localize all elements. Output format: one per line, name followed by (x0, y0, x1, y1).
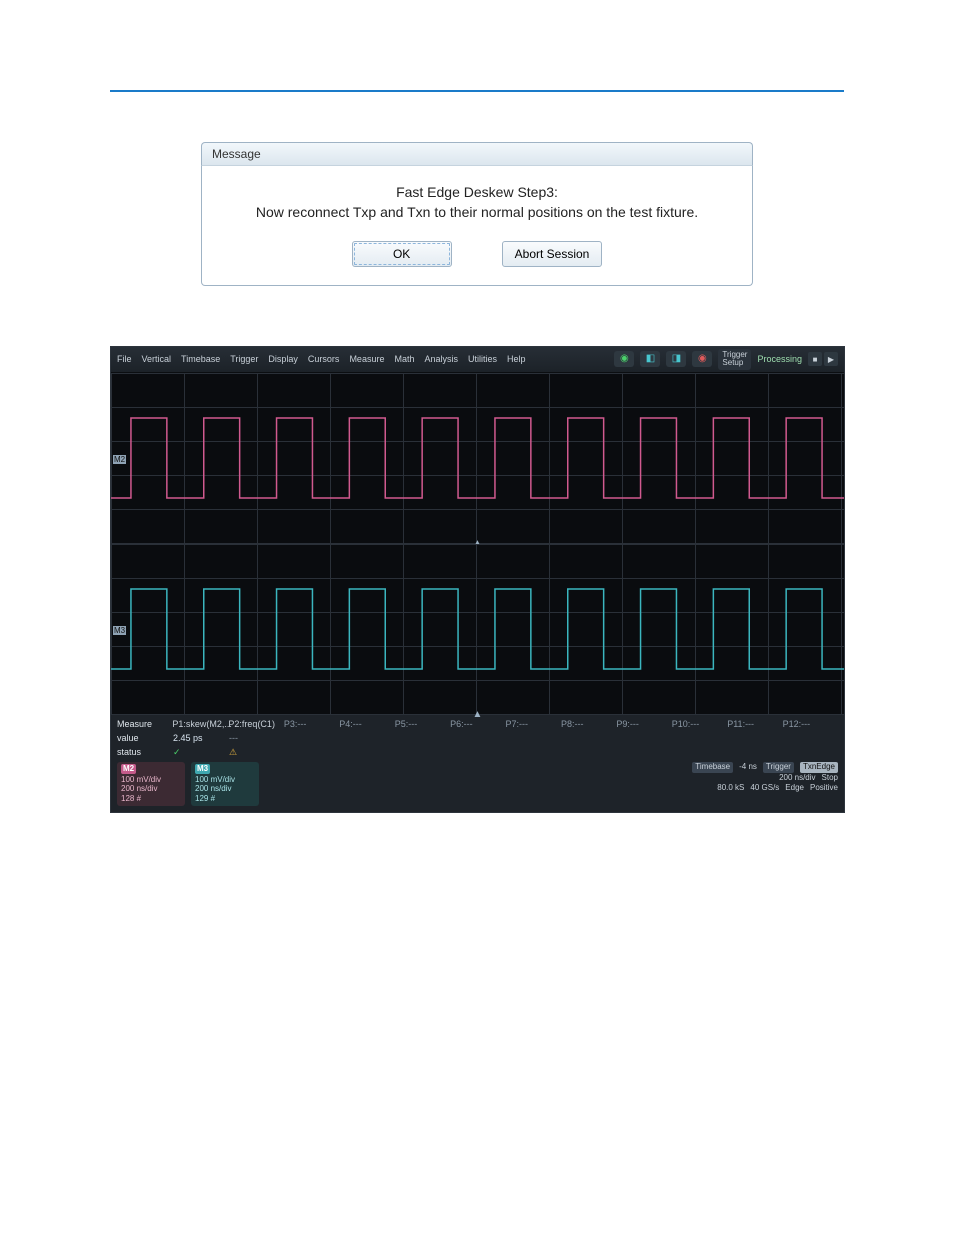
measure-row-header: Measure (117, 719, 172, 729)
oscilloscope-screenshot: File Vertical Timebase Trigger Display C… (110, 346, 845, 813)
toolbar-icon-1[interactable]: ◉ (614, 351, 634, 367)
trace-m2 (111, 418, 844, 498)
trigger-badge: TxnEdge (800, 762, 838, 772)
ok-button[interactable]: OK (352, 241, 452, 267)
run-state: Stop (822, 773, 838, 783)
toolbar-icon-3[interactable]: ◨ (666, 351, 686, 367)
toolbar-icon-4[interactable]: ◉ (692, 351, 712, 367)
trace-m2-svg (111, 373, 844, 543)
p11-name: P11:--- (727, 719, 782, 729)
run-button[interactable]: ▶ (824, 352, 838, 366)
message-dialog: Message Fast Edge Deskew Step3: Now reco… (201, 142, 753, 286)
menu-cursors[interactable]: Cursors (308, 354, 340, 364)
timebase-value: -4 ns (739, 762, 757, 772)
p2-status-icon: ⚠ (229, 747, 285, 758)
sample-rate: 40 GS/s (750, 783, 779, 793)
p8-name: P8:--- (561, 719, 616, 729)
trace-m3-svg (111, 544, 844, 714)
record-length: 80.0 kS (717, 783, 744, 793)
scope-menubar: File Vertical Timebase Trigger Display C… (111, 347, 844, 374)
p2-name: P2:freq(C1) (228, 719, 283, 729)
channel-tag-m2: M2 (121, 764, 136, 774)
p12-name: P12:--- (783, 719, 838, 729)
timebase-trigger-info: Timebase -4 ns Trigger TxnEdge 200 ns/di… (692, 762, 838, 793)
waveform-top-m2: M2 ▲ (111, 373, 844, 544)
time-zero-marker-bottom: ▲ (473, 709, 483, 720)
timebase-label: Timebase (692, 762, 733, 772)
p6-name: P6:--- (450, 719, 505, 729)
dialog-body: Fast Edge Deskew Step3: Now reconnect Tx… (201, 165, 753, 286)
p3-name: P3:--- (284, 719, 339, 729)
waveform-bottom-m3: M3 ▲ (111, 544, 844, 715)
p10-name: P10:--- (672, 719, 727, 729)
top-rule (110, 90, 844, 92)
menu-utilities[interactable]: Utilities (468, 354, 497, 364)
p1-value: 2.45 ps (173, 733, 229, 743)
dialog-message: Fast Edge Deskew Step3: Now reconnect Tx… (222, 182, 732, 223)
dialog-titlebar: Message (201, 142, 753, 165)
channel-tag-m3: M3 (195, 764, 210, 774)
abort-session-button[interactable]: Abort Session (502, 241, 603, 267)
p1-name: P1:skew(M2,... (172, 719, 228, 729)
menu-trigger[interactable]: Trigger (230, 354, 258, 364)
trigger-setup-line1: Trigger (722, 350, 747, 359)
menu-help[interactable]: Help (507, 354, 526, 364)
channel-button-m2[interactable]: M2 100 mV/div 200 ns/div 128 # (117, 762, 185, 805)
trigger-slope: Positive (810, 783, 838, 793)
trigger-mode: Edge (785, 783, 804, 793)
p2-value: --- (229, 733, 285, 743)
dialog-message-line1: Fast Edge Deskew Step3: (396, 184, 558, 200)
channel-button-m3[interactable]: M3 100 mV/div 200 ns/div 129 # (191, 762, 259, 805)
p4-name: P4:--- (339, 719, 394, 729)
m3-count: 129 # (195, 794, 215, 803)
status-row-header: status (117, 747, 173, 758)
p7-name: P7:--- (506, 719, 561, 729)
value-row-header: value (117, 733, 173, 743)
dialog-message-line2: Now reconnect Txp and Txn to their norma… (256, 204, 698, 220)
scope-footer: Measure P1:skew(M2,... P2:freq(C1) P3:--… (111, 715, 844, 811)
m3-vdiv: 100 mV/div (195, 775, 235, 784)
menu-vertical[interactable]: Vertical (142, 354, 172, 364)
m3-tdiv: 200 ns/div (195, 784, 231, 793)
m2-vdiv: 100 mV/div (121, 775, 161, 784)
m2-tdiv: 200 ns/div (121, 784, 157, 793)
p5-name: P5:--- (395, 719, 450, 729)
p9-name: P9:--- (616, 719, 671, 729)
menu-math[interactable]: Math (394, 354, 414, 364)
menu-timebase[interactable]: Timebase (181, 354, 220, 364)
trace-m3 (111, 589, 844, 669)
tb-per-div: 200 ns/div (779, 773, 815, 783)
menu-measure[interactable]: Measure (349, 354, 384, 364)
stop-button[interactable]: ■ (808, 352, 822, 366)
menu-file[interactable]: File (117, 354, 132, 364)
processing-indicator: Processing (757, 354, 802, 364)
trigger-setup-line2: Setup (722, 358, 743, 367)
toolbar-icon-2[interactable]: ◧ (640, 351, 660, 367)
trigger-setup-button[interactable]: Trigger Setup (718, 349, 751, 371)
m2-count: 128 # (121, 794, 141, 803)
trigger-label: Trigger (763, 762, 794, 772)
menu-analysis[interactable]: Analysis (424, 354, 458, 364)
p1-status-icon: ✓ (173, 747, 229, 758)
menu-display[interactable]: Display (268, 354, 298, 364)
